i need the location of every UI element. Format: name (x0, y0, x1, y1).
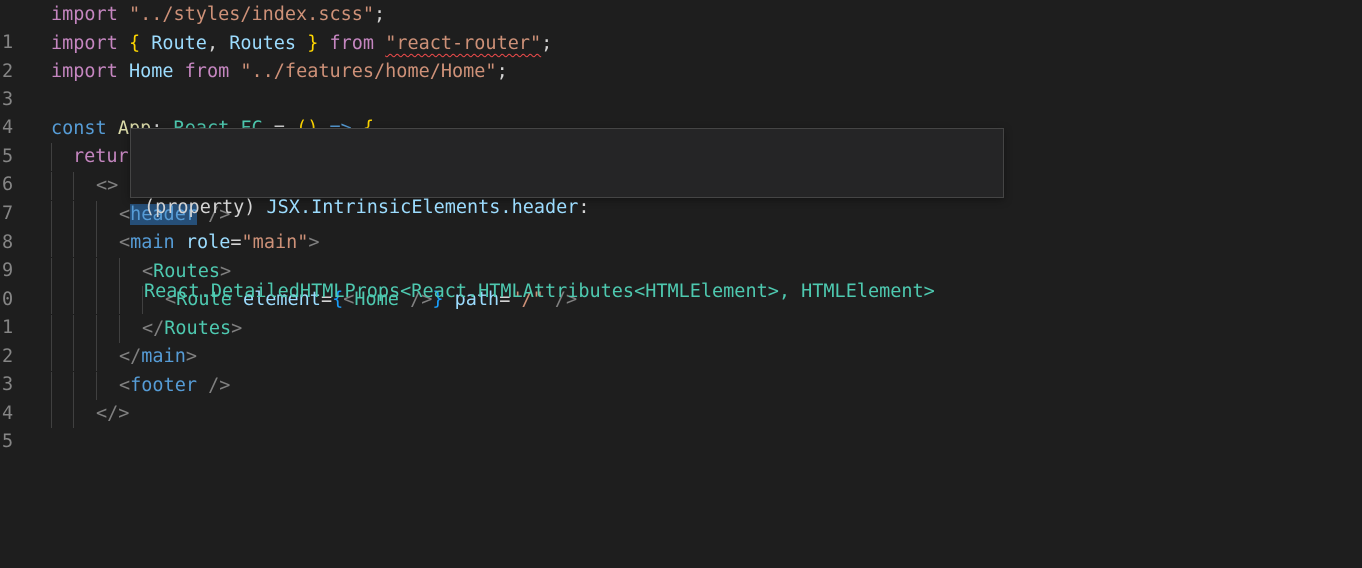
code-line[interactable]: 1 import "../styles/index.scss"; (0, 1, 1362, 53)
indent-guide (73, 229, 74, 257)
from-keyword: from (329, 33, 375, 54)
hover-type: React.DetailedHTMLProps<React.HTMLAttrib… (144, 281, 935, 302)
fragment-open: <> (96, 175, 119, 196)
indent-guide (51, 286, 52, 314)
indent-guide (96, 286, 97, 314)
indent-guide (73, 172, 74, 200)
indent-guide (51, 258, 52, 286)
indent-guide (96, 343, 97, 371)
indent-guide (51, 143, 52, 171)
tag-bracket: < (119, 232, 131, 253)
import-keyword: import (51, 33, 118, 54)
indent-guide (96, 315, 97, 343)
line-number: 5 (2, 431, 14, 452)
const-keyword: const (51, 118, 107, 139)
code-line[interactable]: 4 <footer /> (0, 372, 1362, 424)
tag-bracket: < (119, 375, 131, 396)
semicolon: ; (541, 33, 553, 54)
hover-kind: (property) (144, 197, 267, 218)
import-path: "../features/home/Home" (240, 61, 497, 82)
import-keyword: import (51, 4, 118, 25)
self-close: /> (196, 375, 231, 396)
code-line[interactable]: 2 import { Route, Routes } from "react-r… (0, 30, 1362, 82)
semicolon: ; (374, 4, 386, 25)
indent-guide (51, 343, 52, 371)
indent-guide (73, 400, 74, 428)
import-name: Home (128, 61, 174, 82)
indent-guide (51, 229, 52, 257)
indent-guide (119, 286, 120, 314)
indent-guide (73, 286, 74, 314)
import-path: "../styles/index.scss" (128, 4, 375, 25)
hover-signature: (property) JSX.IntrinsicElements.header: (144, 194, 1003, 222)
indent-guide (96, 229, 97, 257)
indent-guide (96, 258, 97, 286)
brace-open: { (128, 33, 141, 54)
indent-guide (51, 172, 52, 200)
indent-guide (119, 315, 120, 343)
indent-guide (51, 372, 52, 400)
comma: , (206, 33, 219, 54)
import-name: Routes (229, 33, 297, 54)
code-line[interactable]: 3 import Home from "../features/home/Hom… (0, 58, 1362, 110)
indent-guide (73, 258, 74, 286)
indent-guide (73, 372, 74, 400)
semicolon: ; (496, 61, 508, 82)
code-line[interactable]: 5 </> (0, 400, 1362, 452)
tag-bracket: </ (119, 346, 142, 367)
import-path-error[interactable]: "react-router" (385, 33, 541, 54)
footer-tag: footer (130, 375, 197, 396)
indent-guide (73, 201, 74, 229)
indent-guide (51, 201, 52, 229)
indent-guide (73, 343, 74, 371)
indent-guide (51, 315, 52, 343)
import-name: Route (151, 33, 207, 54)
indent-guide (96, 201, 97, 229)
indent-guide (73, 315, 74, 343)
code-editor[interactable]: 1 import "../styles/index.scss"; 2 impor… (0, 0, 1362, 452)
hover-tooltip[interactable]: (property) JSX.IntrinsicElements.header:… (130, 128, 1004, 302)
indent-guide (51, 400, 52, 428)
hover-symbol: JSX.IntrinsicElements.header (266, 197, 579, 218)
hover-colon: : (578, 197, 590, 218)
brace-close: } (307, 33, 319, 54)
tag-bracket: < (119, 204, 131, 225)
code-line[interactable]: 4 (0, 86, 1362, 138)
from-keyword: from (184, 61, 230, 82)
indent-guide (119, 258, 120, 286)
indent-guide (142, 286, 143, 314)
indent-guide (96, 372, 97, 400)
fragment-close: </> (96, 403, 130, 424)
import-keyword: import (51, 61, 118, 82)
